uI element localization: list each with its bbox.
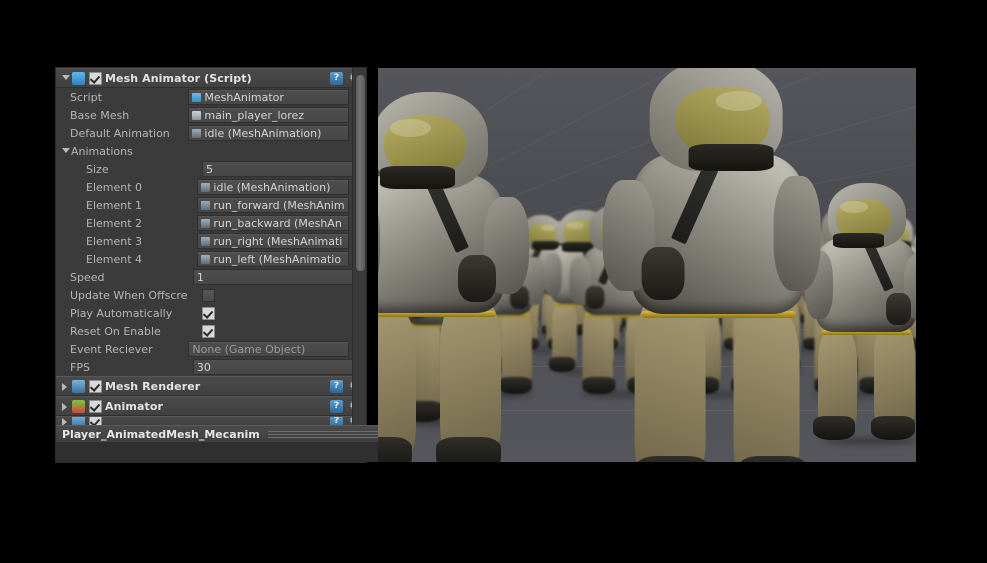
object-field[interactable]: idle (MeshAnimation) — [197, 179, 349, 195]
object-field-value: run_forward (MeshAnim — [213, 198, 345, 212]
resize-grip[interactable] — [267, 431, 388, 438]
inspector-scrollbar[interactable] — [352, 68, 366, 462]
object-field[interactable]: run_backward (MeshAn — [197, 215, 349, 231]
array-element-row-3[interactable]: Element 3 run_right (MeshAnimati — [56, 232, 366, 250]
help-icon[interactable]: ? — [330, 399, 343, 413]
selected-object-name: Player_AnimatedMesh_Mecanim — [62, 428, 260, 441]
mesh-asset-icon — [192, 110, 202, 120]
property-label: Default Animation — [70, 126, 170, 140]
object-field-value: main_player_lorez — [204, 108, 305, 122]
property-checkbox[interactable] — [202, 288, 215, 302]
game-view[interactable] — [378, 68, 916, 462]
mesh-animation-icon — [201, 236, 211, 246]
mesh-animation-icon — [192, 128, 202, 138]
mesh-animation-icon — [201, 218, 211, 228]
object-field[interactable]: MeshAnimator — [188, 89, 349, 105]
selected-object-bar: Player_AnimatedMesh_Mecanim — [56, 425, 392, 443]
property-label: Base Mesh — [70, 108, 130, 122]
property-row-script[interactable]: Script MeshAnimator — [56, 88, 366, 106]
inspector-footer — [56, 442, 386, 462]
object-field[interactable]: run_forward (MeshAnim — [197, 197, 349, 213]
text-field[interactable]: 30 — [192, 359, 366, 375]
property-label: Script — [70, 90, 102, 104]
script-icon — [72, 71, 85, 85]
component-title: Mesh Renderer — [105, 379, 201, 393]
property-row-fps[interactable]: FPS 30 — [56, 358, 366, 376]
array-element-row-1[interactable]: Element 1 run_forward (MeshAnim — [56, 196, 366, 214]
soldier-figure — [805, 178, 916, 446]
object-field-value: idle (MeshAnimation) — [204, 126, 322, 140]
component-foldout-arrow[interactable] — [60, 73, 71, 84]
mesh-renderer-icon — [72, 379, 85, 393]
array-foldout-arrow[interactable] — [60, 146, 71, 157]
component-header-2[interactable]: Animator?⚙ — [56, 396, 366, 416]
property-label: Size — [86, 162, 109, 176]
component-enabled-checkbox[interactable] — [89, 399, 102, 413]
object-field-value: None (Game Object) — [192, 342, 306, 356]
object-field-value: run_backward (MeshAn — [213, 216, 342, 230]
text-field-value: 5 — [206, 162, 214, 176]
component-header-1[interactable]: Mesh Renderer?⚙ — [56, 376, 366, 396]
object-field-value: run_left (MeshAnimatio — [213, 252, 342, 266]
scrollbar-thumb[interactable] — [355, 74, 366, 272]
array-element-row-2[interactable]: Element 2 run_backward (MeshAn — [56, 214, 366, 232]
property-row-play-automatically[interactable]: Play Automatically — [56, 304, 366, 322]
object-field-value: idle (MeshAnimation) — [213, 180, 331, 194]
array-label: Animations — [71, 144, 133, 158]
help-icon[interactable]: ? — [330, 379, 343, 393]
object-field[interactable]: run_right (MeshAnimati — [197, 233, 349, 249]
component-title: Mesh Animator (Script) — [105, 71, 252, 85]
property-row-default-animation[interactable]: Default Animation idle (MeshAnimation) — [56, 124, 366, 142]
property-label: Update When Offscre — [70, 288, 188, 302]
soldier-figure — [378, 85, 529, 462]
array-element-row-0[interactable]: Element 0 idle (MeshAnimation) — [56, 178, 366, 196]
component-foldout-arrow[interactable] — [60, 401, 71, 412]
component-enabled-checkbox[interactable] — [89, 379, 102, 393]
inspector-content: Mesh Animator (Script)?⚙ Script MeshAnimat… — [56, 68, 366, 427]
object-field[interactable]: run_left (MeshAnimatio — [197, 251, 349, 267]
property-row-base-mesh[interactable]: Base Mesh main_player_lorez — [56, 106, 366, 124]
property-row-event-reciever[interactable]: Event Reciever None (Game Object) — [56, 340, 366, 358]
component-enabled-checkbox[interactable] — [89, 71, 102, 85]
text-field-value: 30 — [196, 360, 211, 374]
property-label: Element 4 — [86, 252, 143, 266]
script-asset-icon — [192, 92, 202, 102]
inspector-panel[interactable]: Mesh Animator (Script)?⚙ Script MeshAnimat… — [56, 68, 366, 462]
array-element-row-4[interactable]: Element 4 run_left (MeshAnimatio — [56, 250, 366, 268]
property-row-reset-on-enable[interactable]: Reset On Enable — [56, 322, 366, 340]
array-foldout-animations[interactable]: Animations — [56, 142, 366, 160]
property-row-update-when-offscre[interactable]: Update When Offscre — [56, 286, 366, 304]
property-label: Element 3 — [86, 234, 143, 248]
property-label: Speed — [70, 270, 105, 284]
animator-icon — [72, 399, 85, 413]
object-field-value: MeshAnimator — [204, 90, 284, 104]
object-field[interactable]: None (Game Object) — [188, 341, 349, 357]
text-field-value: 1 — [196, 270, 204, 284]
property-label: FPS — [70, 360, 90, 374]
mesh-animation-icon — [201, 182, 211, 192]
screenshot-root: Mesh Animator (Script)?⚙ Script MeshAnimat… — [0, 0, 987, 563]
component-title: Animator — [105, 399, 164, 413]
property-label: Play Automatically — [70, 306, 173, 320]
text-field[interactable]: 1 — [192, 269, 366, 285]
property-label: Event Reciever — [70, 342, 153, 356]
property-label: Element 2 — [86, 216, 143, 230]
property-row-speed[interactable]: Speed 1 — [56, 268, 366, 286]
property-label: Reset On Enable — [70, 324, 161, 338]
object-field[interactable]: idle (MeshAnimation) — [188, 125, 349, 141]
property-label: Element 1 — [86, 198, 143, 212]
property-label: Element 0 — [86, 180, 143, 194]
property-checkbox[interactable] — [202, 324, 215, 338]
mesh-animation-icon — [201, 254, 211, 264]
component-foldout-arrow[interactable] — [60, 381, 71, 392]
object-field[interactable]: main_player_lorez — [188, 107, 349, 123]
array-size-row[interactable]: Size 5 — [56, 160, 366, 178]
help-icon[interactable]: ? — [330, 71, 343, 85]
text-field[interactable]: 5 — [202, 161, 366, 177]
property-checkbox[interactable] — [202, 306, 215, 320]
soldier-figure — [603, 68, 821, 462]
mesh-animation-icon — [201, 200, 211, 210]
component-header-0[interactable]: Mesh Animator (Script)?⚙ — [56, 68, 366, 88]
object-field-value: run_right (MeshAnimati — [213, 234, 343, 248]
